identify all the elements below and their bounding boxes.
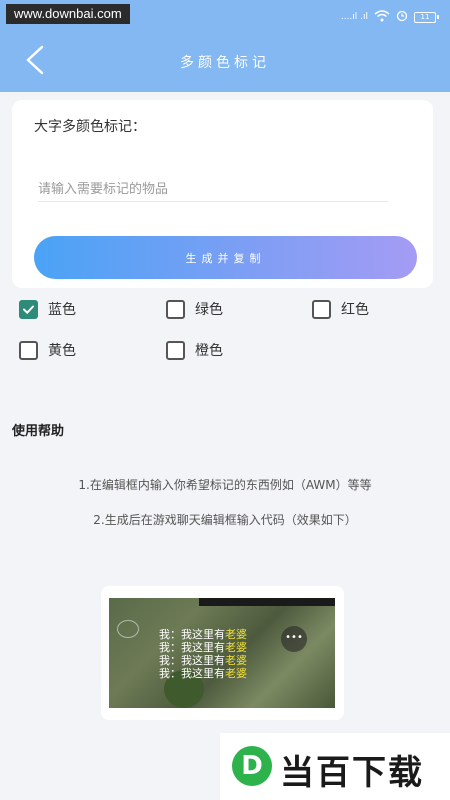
chat-bubble-icon: ••• — [281, 626, 307, 652]
color-option-red[interactable]: 红色 — [312, 298, 369, 320]
checkbox-checked-icon[interactable] — [19, 299, 38, 319]
alarm-icon — [396, 10, 408, 25]
item-input[interactable] — [38, 178, 388, 202]
example-screenshot: ••• 我：我这里有老婆 我：我这里有老婆 我：我这里有老婆 我：我这里有老婆 — [109, 598, 335, 708]
signal-icon: ....ıl .ıl — [340, 12, 368, 22]
color-label: 黄色 — [48, 343, 76, 359]
checkbox-icon[interactable] — [166, 299, 185, 319]
chat-line: 我：我这里有老婆 — [159, 628, 247, 641]
watermark: www.downbai.com — [6, 4, 130, 24]
color-label: 红色 — [341, 302, 369, 318]
help-title: 使用帮助 — [12, 424, 65, 439]
brand-name: 当百下载 — [280, 753, 424, 793]
color-label: 蓝色 — [48, 302, 76, 318]
chat-line: 我：我这里有老婆 — [159, 667, 247, 680]
eye-icon — [117, 620, 139, 638]
app-header: www.downbai.com ....ıl .ıl 11 多颜色标记 — [0, 0, 450, 92]
help-step-1: 1.在编辑框内输入你希望标记的东西例如（AWM）等等 — [78, 478, 372, 492]
battery-icon: 11 — [414, 11, 439, 23]
color-option-yellow[interactable]: 黄色 — [19, 339, 76, 361]
color-option-orange[interactable]: 橙色 — [166, 339, 223, 361]
color-label: 橙色 — [195, 343, 223, 359]
chat-lines: 我：我这里有老婆 我：我这里有老婆 我：我这里有老婆 我：我这里有老婆 — [159, 628, 247, 680]
form-label: 大字多颜色标记： — [34, 119, 146, 135]
game-topbar — [199, 598, 335, 606]
generate-copy-button[interactable]: 生成并复制 — [34, 236, 417, 279]
checkbox-icon[interactable] — [19, 340, 38, 360]
color-option-blue[interactable]: 蓝色 — [19, 298, 76, 320]
chat-line: 我：我这里有老婆 — [159, 654, 247, 667]
help-step-2: 2.生成后在游戏聊天编辑框输入代码（效果如下） — [93, 513, 357, 527]
status-bar: ....ıl .ıl 11 — [340, 8, 439, 26]
color-label: 绿色 — [195, 302, 223, 318]
wifi-icon — [374, 9, 390, 25]
checkbox-icon[interactable] — [312, 299, 331, 319]
color-option-green[interactable]: 绿色 — [166, 298, 223, 320]
checkbox-icon[interactable] — [166, 340, 185, 360]
chat-line: 我：我这里有老婆 — [159, 641, 247, 654]
page-title: 多颜色标记 — [180, 55, 270, 71]
brand-watermark: D 当百下载 — [220, 733, 450, 800]
brand-logo-icon: D — [232, 746, 272, 786]
